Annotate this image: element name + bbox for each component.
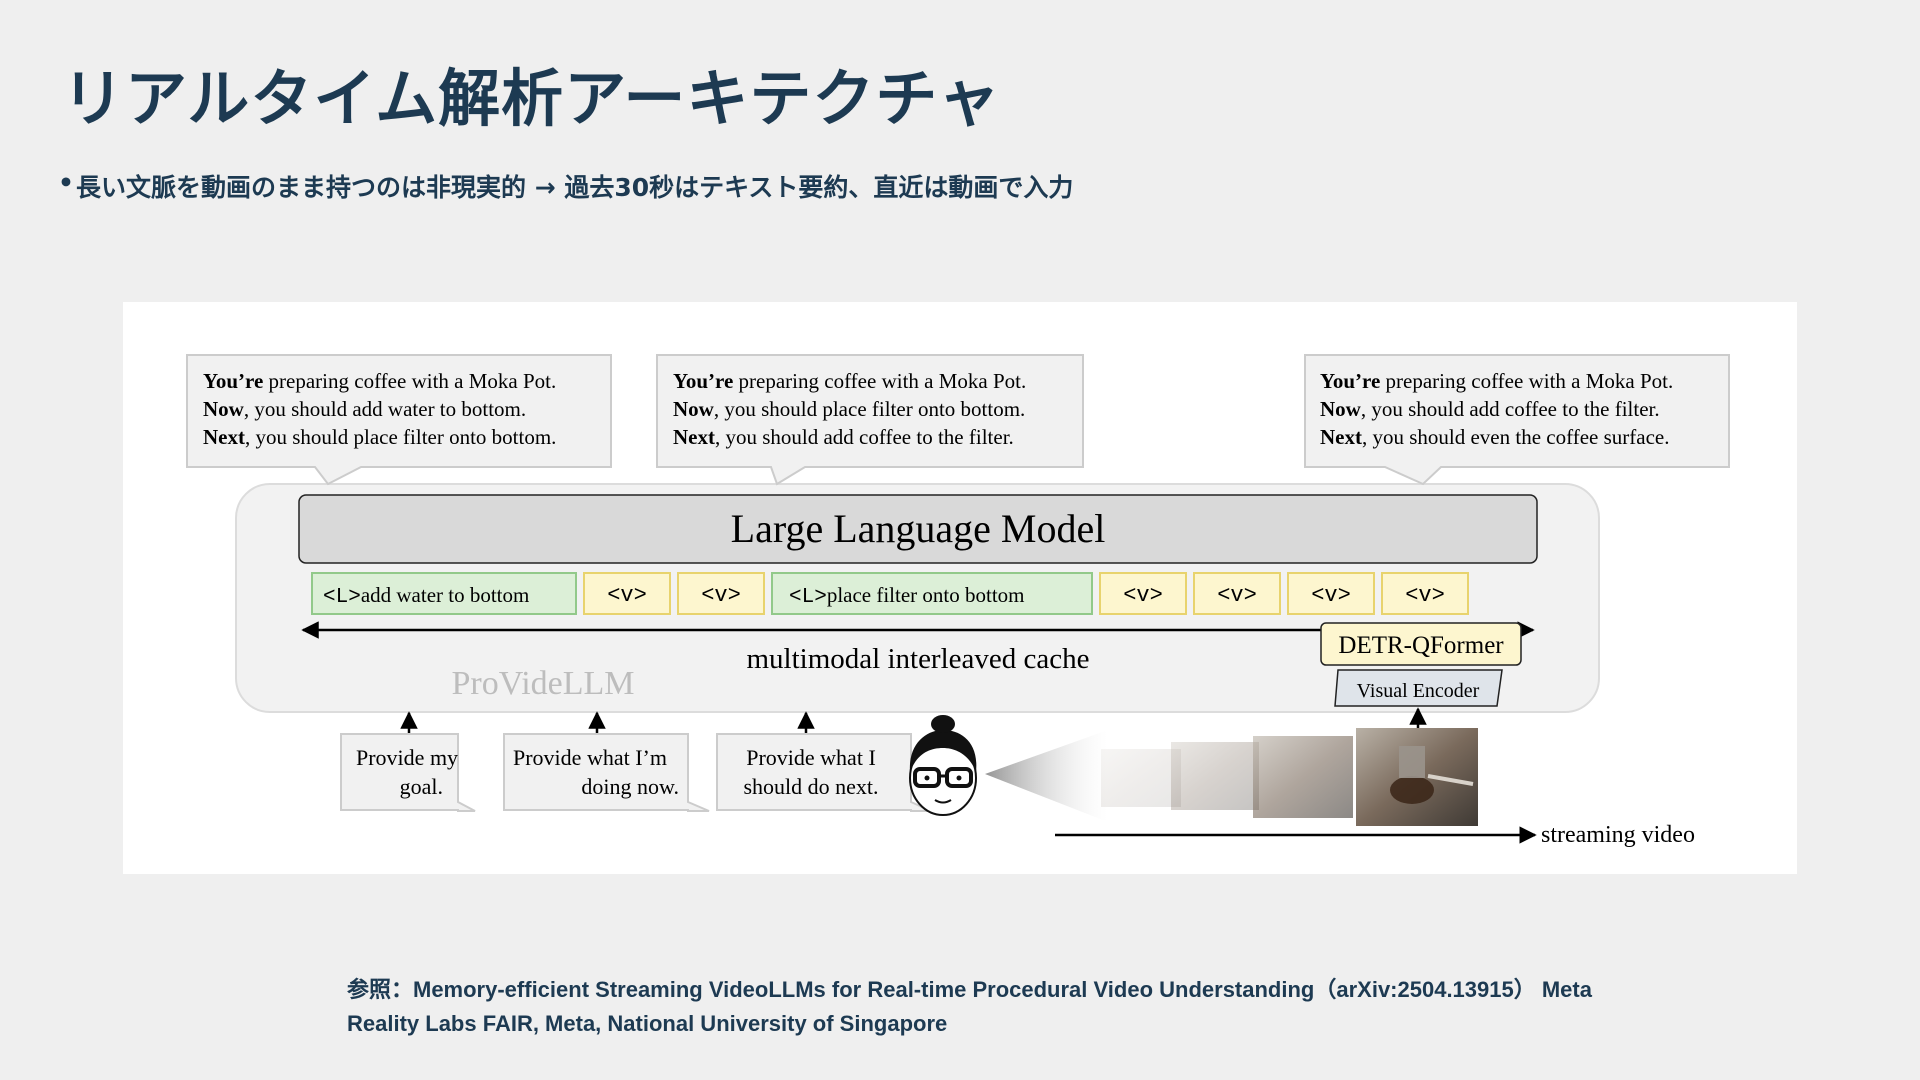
l-token-1-tag: <L> (323, 586, 361, 609)
svg-text:Next, you should even the coff: Next, you should even the coffee surface… (1320, 425, 1669, 449)
bubble-3-line2-rest: , you should add coffee to the filter. (1361, 397, 1660, 421)
l-token-2-text: place filter onto bottom (827, 583, 1025, 607)
bubble-3-line3-bold: Next (1320, 425, 1362, 449)
model-name-label: ProVideLLM (451, 665, 634, 702)
query-3-line1: Provide what I (746, 745, 876, 770)
bubble-3-line3-rest: , you should even the coffee surface. (1362, 425, 1670, 449)
bubble-2-line1-bold: You’re (673, 369, 733, 393)
v-token-6-label: <v> (1405, 583, 1445, 608)
reference-citation: 参照：Memory-efficient Streaming VideoLLMs … (347, 977, 1592, 1036)
architecture-figure: You’re preparing coffee with a Moka Pot.… (123, 302, 1797, 874)
query-1-line1: Provide my (356, 745, 458, 770)
v-token-4-label: <v> (1217, 583, 1257, 608)
output-bubble-2: You’re preparing coffee with a Moka Pot.… (656, 354, 1084, 486)
svg-text:You’re preparing coffee with a: You’re preparing coffee with a Moka Pot. (673, 369, 1026, 393)
bullet-point: 長い文脈を動画のまま持つのは非現実的 → 過去30秒はテキスト要約、直近は動画で… (58, 168, 1073, 204)
bubble-3-line1-bold: You’re (1320, 369, 1380, 393)
bubble-3-line1-rest: preparing coffee with a Moka Pot. (1380, 369, 1673, 393)
query-1-line2: goal. (400, 774, 443, 799)
bubble-2-line2-rest: , you should place filter onto bottom. (714, 397, 1025, 421)
svg-text:You’re preparing coffee with a: You’re preparing coffee with a Moka Pot. (1320, 369, 1673, 393)
svg-text:<L>place filter onto bottom: <L>place filter onto bottom (789, 583, 1025, 609)
l-token-1-text: add water to bottom (361, 583, 530, 607)
streaming-label: streaming video (1541, 822, 1695, 848)
bubble-1-line1-rest: preparing coffee with a Moka Pot. (263, 369, 556, 393)
bubble-3-line2-bold: Now (1320, 397, 1362, 421)
bubble-1-line1-bold: You’re (203, 369, 263, 393)
svg-text:Now, you should add coffee to: Now, you should add coffee to the filter… (1320, 397, 1660, 421)
svg-text:You’re preparing coffee with a: You’re preparing coffee with a Moka Pot. (203, 369, 556, 393)
bubble-1-line3-bold: Next (203, 425, 245, 449)
bubble-2-line2-bold: Now (673, 397, 715, 421)
slide-title: リアルタイム解析アーキテクチャ (62, 62, 1001, 135)
video-frame-thumbnails (1101, 728, 1478, 826)
query-bubble-3: Provide what I should do next. (716, 733, 932, 812)
cache-label: multimodal interleaved cache (746, 643, 1089, 675)
bubble-2-line3-rest: , you should add coffee to the filter. (715, 425, 1014, 449)
token-row: <L>add water to bottom <v> <v> <L>place … (311, 572, 1469, 615)
output-bubble-1: You’re preparing coffee with a Moka Pot.… (186, 354, 612, 486)
svg-text:Now, you should place filter o: Now, you should place filter onto bottom… (673, 397, 1025, 421)
svg-text:Now, you should add water to b: Now, you should add water to bottom. (203, 397, 526, 421)
l-token-2-tag: <L> (789, 586, 827, 609)
query-2-line1: Provide what I’m (513, 745, 667, 770)
detr-qformer-label: DETR-QFormer (1338, 632, 1504, 659)
query-bubble-1: Provide my goal. (340, 733, 476, 812)
bubble-1-line2-bold: Now (203, 397, 245, 421)
svg-text:Next, you should place filter: Next, you should place filter onto botto… (203, 425, 556, 449)
bubble-2-line3-bold: Next (673, 425, 715, 449)
bubble-1-line2-rest: , you should add water to bottom. (244, 397, 526, 421)
bubble-1-line3-rest: , you should place filter onto bottom. (245, 425, 556, 449)
llm-label: Large Language Model (731, 506, 1106, 551)
query-2-line2: doing now. (581, 774, 679, 799)
query-bubble-2: Provide what I’m doing now. (503, 733, 710, 812)
svg-text:<L>add water to bottom: <L>add water to bottom (323, 583, 529, 609)
query-3-line2: should do next. (743, 774, 878, 799)
visual-encoder-label: Visual Encoder (1357, 680, 1480, 702)
architecture-diagram: You’re preparing coffee with a Moka Pot.… (186, 354, 1730, 848)
v-token-3-label: <v> (1123, 583, 1163, 608)
v-token-2-label: <v> (701, 583, 741, 608)
view-cone (985, 730, 1108, 822)
v-token-1-label: <v> (607, 583, 647, 608)
output-bubble-3: You’re preparing coffee with a Moka Pot.… (1304, 354, 1730, 486)
svg-text:Next, you should add coffee to: Next, you should add coffee to the filte… (673, 425, 1014, 449)
v-token-5-label: <v> (1311, 583, 1351, 608)
user-glasses-icon (909, 715, 977, 816)
bubble-2-line1-rest: preparing coffee with a Moka Pot. (733, 369, 1026, 393)
